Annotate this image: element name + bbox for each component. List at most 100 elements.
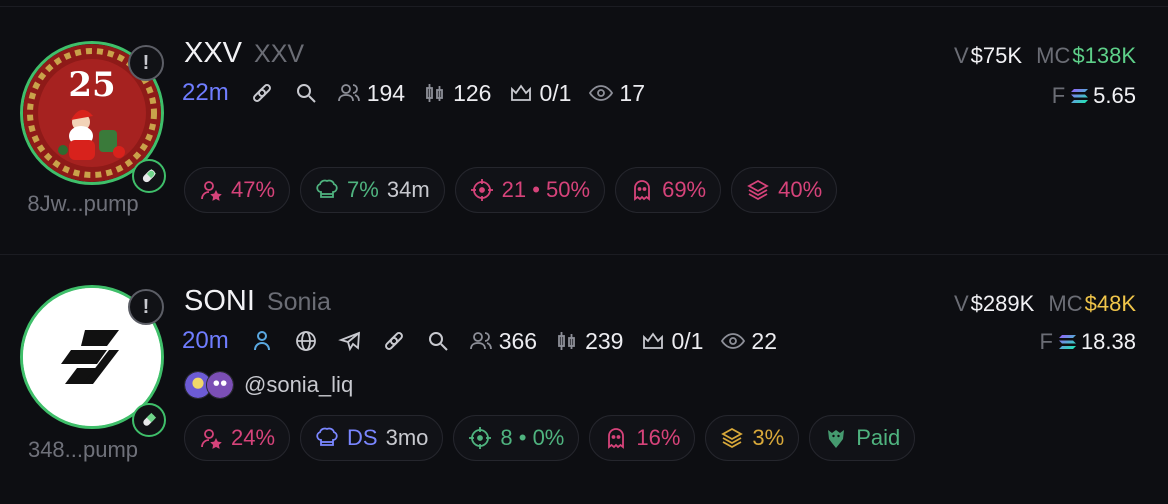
token-avatar[interactable]: ! xyxy=(20,285,168,437)
top-count: 0/1 xyxy=(539,79,572,106)
eye-icon xyxy=(721,333,746,349)
dev-chip[interactable]: DS 3mo xyxy=(300,415,444,461)
txns-count: 239 xyxy=(585,327,624,354)
pill-icon xyxy=(132,159,166,193)
dev-value: DS xyxy=(347,425,378,450)
token-row-xxv[interactable]: 25 ! 8Jw...pump XXV XXV 22m 194 126 0/1 … xyxy=(0,6,1168,254)
ghost-icon xyxy=(608,428,625,449)
social-handle[interactable]: @sonia_liq xyxy=(244,372,353,398)
eagle-icon xyxy=(828,430,845,448)
dev-value: 7% xyxy=(347,177,379,202)
chef-hat-icon xyxy=(316,179,338,198)
bundles-chip[interactable]: 40% xyxy=(731,167,838,213)
ghost-icon xyxy=(634,180,650,201)
solana-icon xyxy=(1071,88,1089,103)
holders-icon xyxy=(337,84,360,102)
dev-chip[interactable]: 7% 34m xyxy=(300,167,445,213)
top-count: 0/1 xyxy=(671,327,704,354)
token-name: XXV xyxy=(254,40,305,68)
link-icon[interactable] xyxy=(381,328,407,354)
token-symbol: XXV xyxy=(184,37,243,69)
holders-count: 366 xyxy=(498,327,538,354)
volume-label: V xyxy=(953,291,969,316)
mc-label: MC xyxy=(1036,43,1071,68)
layers-icon xyxy=(721,427,744,449)
globe-icon[interactable] xyxy=(293,328,319,354)
watchers-count: 17 xyxy=(619,79,646,106)
user-star-icon xyxy=(201,429,222,449)
txns-stat: 126 xyxy=(423,80,491,107)
fees-value: 18.38 xyxy=(1080,329,1136,354)
link-icon[interactable] xyxy=(249,80,275,106)
dev-time: 3mo xyxy=(385,425,429,450)
insiders-value: 16% xyxy=(636,425,681,450)
watchers-stat: 22 xyxy=(721,328,777,355)
search-icon[interactable] xyxy=(425,328,451,354)
pill-icon xyxy=(132,403,166,437)
watchers-count: 22 xyxy=(751,327,778,354)
fees-value: 5.65 xyxy=(1093,83,1136,108)
dev-time: 34m xyxy=(386,177,430,202)
token-symbol: SONI xyxy=(184,285,255,317)
volume-value: $289K xyxy=(970,291,1035,316)
token-address[interactable]: 348...pump xyxy=(8,437,158,463)
paid-chip[interactable]: Paid xyxy=(809,415,916,461)
top10-chip[interactable]: 47% xyxy=(184,167,291,213)
snipers-value: 8 • 0% xyxy=(500,425,565,450)
top10-chip[interactable]: 24% xyxy=(184,415,291,461)
market-stats: V$289K MC$48K xyxy=(954,291,1136,317)
solana-icon xyxy=(1058,334,1076,349)
volume-value: $75K xyxy=(970,43,1023,68)
social-avatar-2 xyxy=(206,371,234,399)
paid-label: Paid xyxy=(856,425,901,450)
insiders-chip[interactable]: 69% xyxy=(615,167,722,213)
candles-icon xyxy=(426,84,443,102)
candles-icon xyxy=(558,332,575,350)
txns-stat: 239 xyxy=(555,328,623,355)
telegram-icon[interactable] xyxy=(337,328,363,354)
bundles-value: 3% xyxy=(752,425,785,450)
svg-text:25: 25 xyxy=(68,65,115,105)
top-stat: 0/1 xyxy=(641,328,703,355)
token-name: Sonia xyxy=(266,288,331,316)
insiders-chip[interactable]: 16% xyxy=(589,415,696,461)
crosshair-icon xyxy=(470,179,493,201)
snipers-chip[interactable]: 8 • 0% xyxy=(453,415,580,461)
snipers-chip[interactable]: 21 • 50% xyxy=(454,167,606,213)
fees-stat: F 5.65 xyxy=(1052,83,1136,109)
layers-icon xyxy=(747,179,769,201)
fees-label: F xyxy=(1039,329,1053,354)
token-address[interactable]: 8Jw...pump xyxy=(8,191,158,217)
holders-count: 194 xyxy=(366,79,406,106)
insiders-value: 69% xyxy=(662,177,707,202)
fees-label: F xyxy=(1051,83,1066,108)
volume-label: V xyxy=(953,43,969,68)
holders-icon xyxy=(469,332,492,350)
token-row-soni[interactable]: ! 348...pump SONI Sonia 20m 366 239 0/1 … xyxy=(0,254,1168,504)
token-age: 20m xyxy=(182,327,229,354)
token-age: 22m xyxy=(182,79,229,106)
crown-icon xyxy=(511,84,532,101)
bundles-value: 40% xyxy=(778,177,823,202)
token-avatar[interactable]: 25 ! xyxy=(20,41,168,193)
bundles-chip[interactable]: 3% xyxy=(705,415,800,461)
top10-value: 24% xyxy=(231,425,276,450)
mc-value: $138K xyxy=(1072,43,1136,68)
watchers-stat: 17 xyxy=(589,80,645,107)
market-stats: V$75K MC$138K xyxy=(954,43,1136,69)
mc-label: MC xyxy=(1048,291,1083,316)
txns-count: 126 xyxy=(453,79,492,106)
user-star-icon xyxy=(201,181,222,201)
top10-value: 47% xyxy=(231,177,276,202)
holders-stat: 194 xyxy=(337,80,405,107)
alert-icon[interactable]: ! xyxy=(128,45,164,81)
social-link[interactable]: @sonia_liq xyxy=(184,371,353,399)
search-icon[interactable] xyxy=(293,80,319,106)
crosshair-icon xyxy=(469,427,492,449)
snipers-value: 21 • 50% xyxy=(501,177,591,202)
alert-icon[interactable]: ! xyxy=(128,289,164,325)
eye-icon xyxy=(589,85,614,101)
holders-stat: 366 xyxy=(469,328,537,355)
mc-value: $48K xyxy=(1084,291,1136,316)
person-icon[interactable] xyxy=(249,328,275,354)
